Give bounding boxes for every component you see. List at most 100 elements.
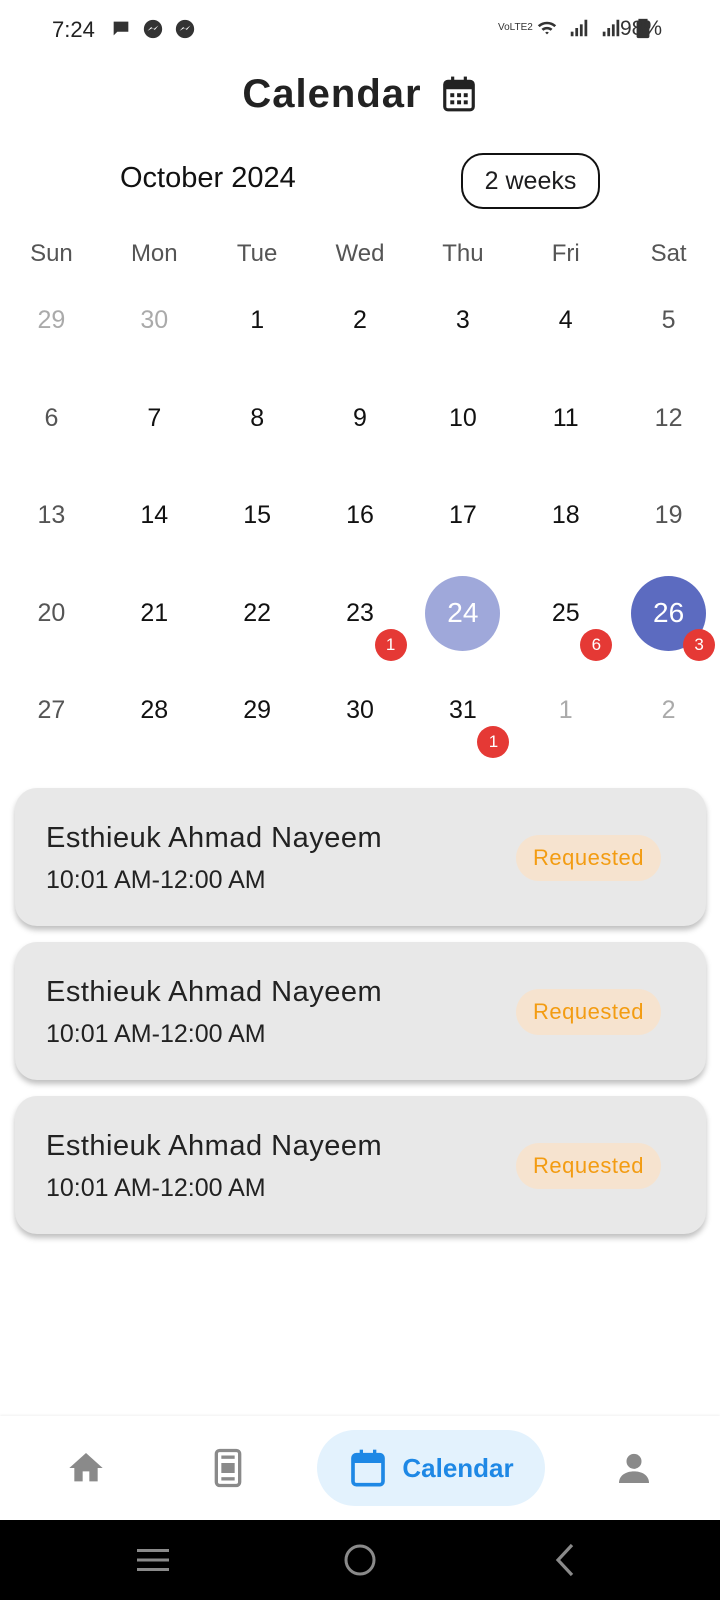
event-count-badge: 3: [683, 628, 716, 661]
day-number: 31: [448, 696, 477, 725]
day-number: 6: [44, 403, 59, 432]
nav-profile[interactable]: [598, 1430, 670, 1506]
day-number: 30: [140, 306, 169, 335]
weekday-header: Sun Mon Tue Wed Thu Fri Sat: [0, 240, 720, 268]
calendar-day[interactable]: 2: [309, 283, 412, 358]
day-number: 1: [558, 696, 573, 725]
calendar-week-row: 29 30 1 2 3 4 5: [0, 272, 720, 370]
calendar-icon: [442, 76, 475, 112]
system-navigation-bar: [0, 1520, 720, 1600]
calendar-day[interactable]: 22: [206, 576, 309, 651]
calendar-day[interactable]: 31 1: [411, 673, 514, 759]
calendar-day[interactable]: 21: [103, 576, 206, 651]
day-number: 5: [661, 306, 676, 335]
calendar-day[interactable]: 23 1: [309, 576, 412, 661]
status-bar: 7:24 VoLTE2 98%: [0, 0, 720, 60]
calendar-day[interactable]: 16: [309, 478, 412, 553]
calendar-day[interactable]: 27: [0, 673, 103, 748]
calendar-day[interactable]: 12: [617, 381, 720, 456]
calendar-day[interactable]: 11: [514, 381, 617, 456]
calendar-day-selected[interactable]: 26 3: [617, 575, 720, 661]
appointment-card[interactable]: Esthieuk Ahmad Nayeem 10:01 AM-12:00 AM Re…: [15, 942, 706, 1080]
back-chevron-icon: [555, 1543, 574, 1577]
calendar-day[interactable]: 28: [103, 673, 206, 748]
status-badge: Requested: [516, 989, 661, 1035]
circle-icon: [344, 1544, 376, 1576]
appointment-time: 10:01 AM-12:00 AM: [46, 1174, 266, 1202]
nav-calendar-label: Calendar: [402, 1452, 514, 1483]
day-number: 9: [353, 403, 367, 432]
event-count-badge: 1: [374, 628, 407, 661]
day-number: 26: [653, 597, 685, 629]
day-number: 30: [346, 696, 374, 725]
calendar-day[interactable]: 1: [514, 673, 617, 748]
calendar-day[interactable]: 13: [0, 478, 103, 553]
bottom-navigation: Calendar: [0, 1416, 720, 1520]
volte-label: VoLTE2: [498, 22, 533, 33]
calendar-day[interactable]: 14: [103, 478, 206, 553]
calendar-day-today[interactable]: 24: [411, 575, 514, 651]
day-number: 21: [140, 598, 169, 627]
calendar-day[interactable]: 30: [309, 673, 412, 748]
menu-icon: [137, 1549, 169, 1571]
day-number: 4: [558, 306, 573, 335]
appointment-time: 10:01 AM-12:00 AM: [46, 1020, 266, 1048]
calendar-day[interactable]: 7: [103, 381, 206, 456]
status-time: 7:24: [52, 17, 95, 42]
day-number: 8: [250, 403, 265, 432]
event-count-badge: 6: [580, 628, 613, 661]
calendar-day[interactable]: 8: [206, 381, 309, 456]
calendar-day[interactable]: 4: [514, 283, 617, 358]
day-number: 2: [661, 696, 676, 725]
page-header: Calendar: [0, 64, 720, 124]
day-number: 24: [447, 597, 479, 629]
recent-apps-button[interactable]: [133, 1540, 173, 1580]
calendar-grid: 29 30 1 2 3 4 5 6 7 8 9 10 11 12 13 14 15 16 17 18 19 20 21 22 2…: [0, 272, 720, 760]
calendar-week-row: 27 28 29 30 31 1 1 2: [0, 662, 720, 760]
appointment-list: Esthieuk Ahmad Nayeem 10:01 AM-12:00 AM Re…: [15, 788, 706, 1250]
day-number: 13: [37, 501, 66, 530]
calendar-day[interactable]: 19: [617, 478, 720, 553]
nav-calendar[interactable]: Calendar: [317, 1430, 545, 1506]
appointment-card[interactable]: Esthieuk Ahmad Nayeem 10:01 AM-12:00 AM Re…: [15, 1096, 706, 1234]
calendar-day[interactable]: 5: [617, 283, 720, 358]
signal-icon: [570, 19, 588, 37]
calendar-day[interactable]: 17: [411, 478, 514, 553]
calendar-day[interactable]: 2: [617, 673, 720, 748]
weekday-label: Tue: [236, 240, 278, 267]
calendar-day[interactable]: 15: [206, 478, 309, 553]
calendar-day[interactable]: 1: [206, 283, 309, 358]
weekday-label: Mon: [130, 240, 178, 267]
tickets-icon: [214, 1448, 242, 1488]
calendar-day[interactable]: 6: [0, 381, 103, 456]
appointment-name: Esthieuk Ahmad Nayeem: [46, 822, 383, 854]
wifi-icon: [537, 21, 557, 35]
weekday-label: Thu: [442, 240, 484, 267]
day-number: 16: [346, 501, 374, 530]
event-count-badge: 1: [477, 726, 510, 759]
nav-home[interactable]: [50, 1430, 122, 1506]
calendar-day[interactable]: 3: [411, 283, 514, 358]
calendar-day[interactable]: 20: [0, 576, 103, 651]
appointment-name: Esthieuk Ahmad Nayeem: [46, 976, 383, 1008]
day-number: 15: [243, 501, 272, 530]
format-toggle-button[interactable]: 2 weeks: [461, 153, 600, 209]
home-button[interactable]: [340, 1540, 380, 1580]
back-button[interactable]: [546, 1540, 586, 1580]
battery-percent: 98%: [619, 17, 662, 40]
day-number: 19: [654, 501, 683, 530]
calendar-day[interactable]: 18: [514, 478, 617, 553]
calendar-day[interactable]: 10: [411, 381, 514, 456]
person-icon: [619, 1453, 649, 1483]
calendar-day[interactable]: 30: [103, 283, 206, 358]
calendar-icon: [351, 1449, 386, 1487]
calendar-day[interactable]: 29: [206, 673, 309, 748]
status-badge: Requested: [516, 1143, 661, 1189]
appointment-card[interactable]: Esthieuk Ahmad Nayeem 10:01 AM-12:00 AM Re…: [15, 788, 706, 926]
calendar-day[interactable]: 29: [0, 283, 103, 358]
weekday-label: Sun: [30, 240, 73, 267]
month-label[interactable]: October 2024: [120, 162, 296, 195]
calendar-day[interactable]: 9: [309, 381, 412, 456]
calendar-day[interactable]: 25 6: [514, 576, 617, 661]
nav-tickets[interactable]: [192, 1430, 264, 1506]
